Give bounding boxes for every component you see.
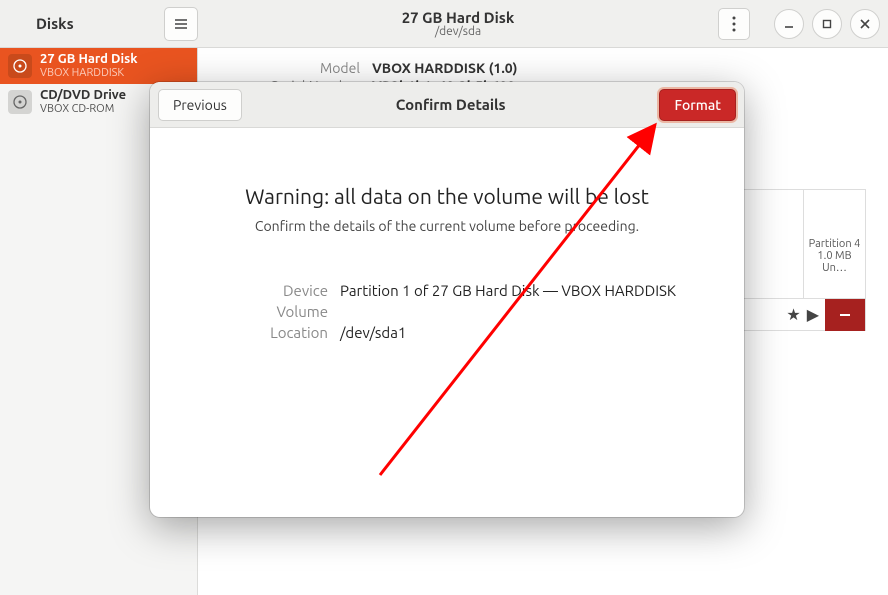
- kebab-icon: [732, 16, 736, 32]
- confirm-label-location: Location: [190, 324, 340, 341]
- sidebar-item-hard-disk[interactable]: 27 GB Hard Disk VBOX HARDDISK: [0, 48, 197, 84]
- play-icon[interactable]: ▶: [807, 305, 819, 324]
- detail-row: Model VBOX HARDDISK (1.0): [220, 60, 866, 76]
- confirm-dialog: Previous Confirm Details Format Warning:…: [150, 82, 744, 517]
- sidebar-item-title: CD/DVD Drive: [40, 88, 126, 103]
- format-label: Format: [674, 97, 721, 113]
- confirm-label-device: Device: [190, 282, 340, 299]
- detail-label-model: Model: [220, 60, 360, 76]
- confirm-label-volume: Volume: [190, 303, 340, 320]
- warning-subtitle: Confirm the details of the current volum…: [190, 218, 704, 234]
- header-center: 27 GB Hard Disk /dev/sda: [198, 9, 718, 38]
- partition-subtitle: 1.0 MB Un…: [804, 250, 865, 274]
- confirm-row: Volume: [190, 303, 704, 320]
- maximize-button[interactable]: [812, 9, 842, 39]
- minus-icon: [838, 308, 852, 322]
- hard-disk-icon: [8, 54, 32, 78]
- disk-title: 27 GB Hard Disk: [198, 9, 718, 26]
- close-button[interactable]: [850, 9, 880, 39]
- delete-partition-button[interactable]: [825, 299, 865, 331]
- warning-heading: Warning: all data on the volume will be …: [190, 184, 704, 208]
- minimize-icon: [783, 18, 795, 30]
- sidebar-item-title: 27 GB Hard Disk: [40, 52, 138, 67]
- confirm-row: Location /dev/sda1: [190, 324, 704, 341]
- header-bar: Disks 27 GB Hard Disk /dev/sda: [0, 0, 888, 48]
- dialog-title: Confirm Details: [242, 96, 660, 113]
- confirm-row: Device Partition 1 of 27 GB Hard Disk — …: [190, 282, 704, 299]
- disk-path: /dev/sda: [198, 25, 718, 38]
- partition-cell-4[interactable]: Partition 4 1.0 MB Un…: [803, 190, 865, 298]
- sidebar-item-subtitle: VBOX HARDDISK: [40, 67, 138, 80]
- star-icon[interactable]: ★: [786, 305, 800, 324]
- header-right: [718, 8, 882, 40]
- detail-value-model: VBOX HARDDISK (1.0): [372, 60, 518, 76]
- previous-button[interactable]: Previous: [158, 89, 242, 121]
- sidebar-item-subtitle: VBOX CD-ROM: [40, 103, 126, 116]
- confirm-value-location: /dev/sda1: [340, 324, 406, 341]
- confirm-value-device: Partition 1 of 27 GB Hard Disk — VBOX HA…: [340, 282, 676, 299]
- minimize-button[interactable]: [774, 9, 804, 39]
- format-button[interactable]: Format: [659, 89, 736, 121]
- dialog-body: Warning: all data on the volume will be …: [150, 128, 744, 373]
- hamburger-icon: [173, 16, 189, 32]
- dialog-header: Previous Confirm Details Format: [150, 82, 744, 128]
- disk-menu-button[interactable]: [718, 8, 750, 40]
- hamburger-button[interactable]: [164, 7, 198, 41]
- cd-dvd-icon: [8, 90, 32, 114]
- partition-title: Partition 4: [804, 238, 865, 250]
- close-icon: [859, 18, 871, 30]
- maximize-icon: [822, 19, 832, 29]
- previous-label: Previous: [173, 97, 227, 113]
- app-title: Disks: [36, 15, 74, 32]
- header-left: Disks: [6, 7, 198, 41]
